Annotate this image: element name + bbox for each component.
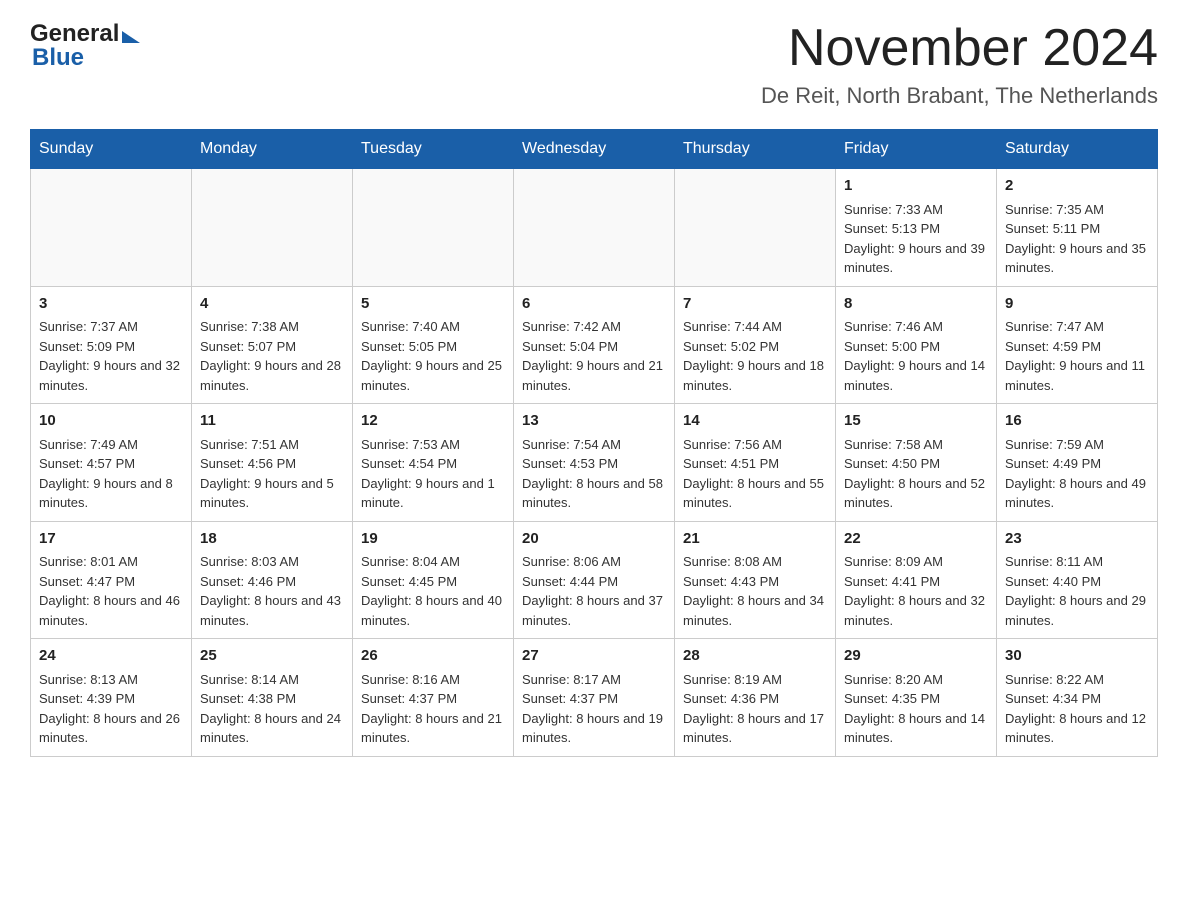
calendar-day: 13Sunrise: 7:54 AMSunset: 4:53 PMDayligh… — [514, 404, 675, 522]
calendar-day: 6Sunrise: 7:42 AMSunset: 5:04 PMDaylight… — [514, 286, 675, 404]
calendar-day: 27Sunrise: 8:17 AMSunset: 4:37 PMDayligh… — [514, 639, 675, 757]
calendar-day: 11Sunrise: 7:51 AMSunset: 4:56 PMDayligh… — [192, 404, 353, 522]
logo-blue-text: Blue — [32, 44, 84, 72]
weekday-header-friday: Friday — [836, 130, 997, 169]
calendar-week-row: 1Sunrise: 7:33 AMSunset: 5:13 PMDaylight… — [31, 169, 1158, 287]
calendar-day: 26Sunrise: 8:16 AMSunset: 4:37 PMDayligh… — [353, 639, 514, 757]
weekday-header-thursday: Thursday — [675, 130, 836, 169]
calendar-week-row: 10Sunrise: 7:49 AMSunset: 4:57 PMDayligh… — [31, 404, 1158, 522]
day-number: 20 — [522, 528, 666, 551]
day-number: 11 — [200, 410, 344, 433]
day-number: 18 — [200, 528, 344, 551]
calendar-day: 19Sunrise: 8:04 AMSunset: 4:45 PMDayligh… — [353, 521, 514, 639]
day-number: 27 — [522, 645, 666, 668]
day-number: 10 — [39, 410, 183, 433]
month-title: November 2024 — [761, 20, 1158, 77]
calendar-day: 9Sunrise: 7:47 AMSunset: 4:59 PMDaylight… — [997, 286, 1158, 404]
day-number: 6 — [522, 293, 666, 316]
calendar-week-row: 17Sunrise: 8:01 AMSunset: 4:47 PMDayligh… — [31, 521, 1158, 639]
calendar-day: 14Sunrise: 7:56 AMSunset: 4:51 PMDayligh… — [675, 404, 836, 522]
day-number: 21 — [683, 528, 827, 551]
day-number: 29 — [844, 645, 988, 668]
location-title: De Reit, North Brabant, The Netherlands — [761, 83, 1158, 109]
logo: General Blue — [30, 20, 140, 72]
calendar-day: 21Sunrise: 8:08 AMSunset: 4:43 PMDayligh… — [675, 521, 836, 639]
calendar-day: 3Sunrise: 7:37 AMSunset: 5:09 PMDaylight… — [31, 286, 192, 404]
calendar-day: 25Sunrise: 8:14 AMSunset: 4:38 PMDayligh… — [192, 639, 353, 757]
weekday-header-row: SundayMondayTuesdayWednesdayThursdayFrid… — [31, 130, 1158, 169]
day-number: 30 — [1005, 645, 1149, 668]
calendar-day: 8Sunrise: 7:46 AMSunset: 5:00 PMDaylight… — [836, 286, 997, 404]
day-number: 13 — [522, 410, 666, 433]
header: General Blue November 2024 De Reit, Nort… — [30, 20, 1158, 109]
day-number: 4 — [200, 293, 344, 316]
weekday-header-saturday: Saturday — [997, 130, 1158, 169]
day-number: 15 — [844, 410, 988, 433]
day-number: 24 — [39, 645, 183, 668]
calendar-table: SundayMondayTuesdayWednesdayThursdayFrid… — [30, 129, 1158, 757]
calendar-day: 1Sunrise: 7:33 AMSunset: 5:13 PMDaylight… — [836, 169, 997, 287]
day-number: 17 — [39, 528, 183, 551]
day-number: 19 — [361, 528, 505, 551]
day-number: 3 — [39, 293, 183, 316]
calendar-week-row: 24Sunrise: 8:13 AMSunset: 4:39 PMDayligh… — [31, 639, 1158, 757]
day-number: 25 — [200, 645, 344, 668]
day-number: 7 — [683, 293, 827, 316]
calendar-body: 1Sunrise: 7:33 AMSunset: 5:13 PMDaylight… — [31, 169, 1158, 757]
calendar-day: 16Sunrise: 7:59 AMSunset: 4:49 PMDayligh… — [997, 404, 1158, 522]
calendar-day: 28Sunrise: 8:19 AMSunset: 4:36 PMDayligh… — [675, 639, 836, 757]
day-number: 16 — [1005, 410, 1149, 433]
calendar-day — [192, 169, 353, 287]
weekday-header-monday: Monday — [192, 130, 353, 169]
calendar-week-row: 3Sunrise: 7:37 AMSunset: 5:09 PMDaylight… — [31, 286, 1158, 404]
calendar-day: 7Sunrise: 7:44 AMSunset: 5:02 PMDaylight… — [675, 286, 836, 404]
calendar-day: 18Sunrise: 8:03 AMSunset: 4:46 PMDayligh… — [192, 521, 353, 639]
calendar-day: 23Sunrise: 8:11 AMSunset: 4:40 PMDayligh… — [997, 521, 1158, 639]
day-number: 9 — [1005, 293, 1149, 316]
calendar-day — [514, 169, 675, 287]
calendar-day: 20Sunrise: 8:06 AMSunset: 4:44 PMDayligh… — [514, 521, 675, 639]
day-number: 1 — [844, 175, 988, 198]
title-section: November 2024 De Reit, North Brabant, Th… — [761, 20, 1158, 109]
weekday-header-wednesday: Wednesday — [514, 130, 675, 169]
day-number: 14 — [683, 410, 827, 433]
day-number: 5 — [361, 293, 505, 316]
calendar-day: 12Sunrise: 7:53 AMSunset: 4:54 PMDayligh… — [353, 404, 514, 522]
calendar-day: 24Sunrise: 8:13 AMSunset: 4:39 PMDayligh… — [31, 639, 192, 757]
day-number: 22 — [844, 528, 988, 551]
calendar-day — [31, 169, 192, 287]
calendar-day: 17Sunrise: 8:01 AMSunset: 4:47 PMDayligh… — [31, 521, 192, 639]
weekday-header-sunday: Sunday — [31, 130, 192, 169]
calendar-day: 10Sunrise: 7:49 AMSunset: 4:57 PMDayligh… — [31, 404, 192, 522]
calendar-day: 15Sunrise: 7:58 AMSunset: 4:50 PMDayligh… — [836, 404, 997, 522]
day-number: 2 — [1005, 175, 1149, 198]
day-number: 8 — [844, 293, 988, 316]
day-number: 26 — [361, 645, 505, 668]
day-number: 28 — [683, 645, 827, 668]
calendar-day: 22Sunrise: 8:09 AMSunset: 4:41 PMDayligh… — [836, 521, 997, 639]
calendar-day: 4Sunrise: 7:38 AMSunset: 5:07 PMDaylight… — [192, 286, 353, 404]
weekday-header-tuesday: Tuesday — [353, 130, 514, 169]
calendar-day: 5Sunrise: 7:40 AMSunset: 5:05 PMDaylight… — [353, 286, 514, 404]
day-number: 12 — [361, 410, 505, 433]
logo-arrow-icon — [122, 31, 140, 43]
calendar-day — [675, 169, 836, 287]
calendar-day — [353, 169, 514, 287]
calendar-day: 29Sunrise: 8:20 AMSunset: 4:35 PMDayligh… — [836, 639, 997, 757]
calendar-day: 30Sunrise: 8:22 AMSunset: 4:34 PMDayligh… — [997, 639, 1158, 757]
calendar-day: 2Sunrise: 7:35 AMSunset: 5:11 PMDaylight… — [997, 169, 1158, 287]
day-number: 23 — [1005, 528, 1149, 551]
